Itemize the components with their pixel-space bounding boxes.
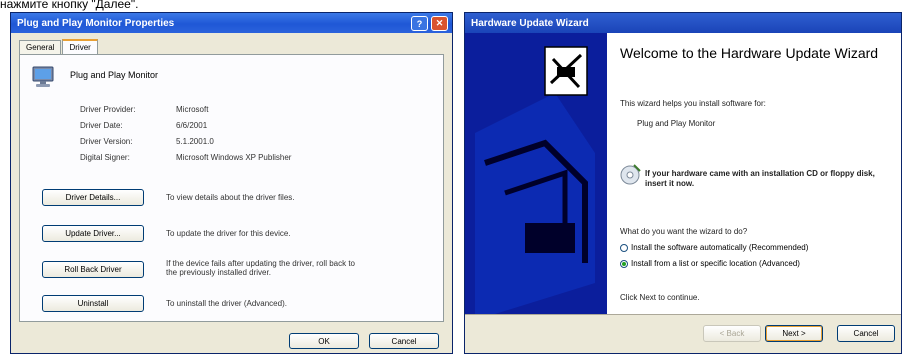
digital-signer-value: Microsoft Windows XP Publisher <box>176 153 292 162</box>
cd-icon <box>620 164 641 185</box>
wizard-window-title: Hardware Update Wizard <box>471 17 589 29</box>
ok-button[interactable]: OK <box>289 333 359 349</box>
option-install-from-list[interactable]: Install from a list or specific location… <box>620 259 800 268</box>
driver-provider-label: Driver Provider: <box>80 105 136 114</box>
driver-date-label: Driver Date: <box>80 121 123 130</box>
driver-details-description: To view details about the driver files. <box>166 193 295 202</box>
wizard-cancel-button[interactable]: Cancel <box>837 325 895 342</box>
monitor-icon <box>32 66 54 87</box>
wizard-banner-art <box>465 33 607 314</box>
next-button[interactable]: Next > <box>765 325 823 342</box>
monitor-properties-window: Plug and Play Monitor Properties ? ✕ Gen… <box>10 12 453 354</box>
close-button[interactable]: ✕ <box>431 16 448 31</box>
radio-install-automatically[interactable] <box>620 243 628 252</box>
update-driver-button[interactable]: Update Driver... <box>42 225 144 242</box>
wizard-title-bar: Hardware Update Wizard <box>465 13 901 33</box>
hardware-update-wizard-window: Hardware Update Wizard Welcome to the Ha… <box>464 12 902 354</box>
tab-driver[interactable]: Driver <box>62 39 98 55</box>
instruction-caption: нажмите кнопку "Далее". <box>0 0 139 11</box>
roll-back-driver-button[interactable]: Roll Back Driver <box>42 261 144 278</box>
driver-date-value: 6/6/2001 <box>176 121 208 130</box>
back-button[interactable]: < Back <box>703 325 761 342</box>
driver-version-label: Driver Version: <box>80 137 133 146</box>
device-name: Plug and Play Monitor <box>70 70 159 80</box>
digital-signer-label: Digital Signer: <box>80 153 130 162</box>
option-install-automatically-label: Install the software automatically (Reco… <box>631 243 809 252</box>
radio-install-from-list[interactable] <box>620 259 628 268</box>
driver-provider-value: Microsoft <box>176 105 209 114</box>
update-driver-description: To update the driver for this device. <box>166 229 291 238</box>
uninstall-description: To uninstall the driver (Advanced). <box>166 299 287 308</box>
tab-general[interactable]: General <box>19 40 62 55</box>
driver-version-value: 5.1.2001.0 <box>176 137 214 146</box>
properties-tabs: General Driver <box>19 39 99 55</box>
wizard-cd-hint: If your hardware came with an installati… <box>645 169 875 188</box>
option-install-from-list-label: Install from a list or specific location… <box>631 259 800 268</box>
properties-title-bar: Plug and Play Monitor Properties <box>11 13 452 33</box>
wizard-heading: Welcome to the Hardware Update Wizard <box>620 45 879 61</box>
cancel-button[interactable]: Cancel <box>369 333 439 349</box>
wizard-device-name: Plug and Play Monitor <box>637 119 716 128</box>
wizard-question: What do you want the wizard to do? <box>620 227 748 236</box>
roll-back-driver-description: If the device fails after updating the d… <box>166 259 355 277</box>
driver-details-button[interactable]: Driver Details... <box>42 189 144 206</box>
option-install-automatically[interactable]: Install the software automatically (Reco… <box>620 243 808 252</box>
wizard-button-bar: < Back Next > Cancel <box>465 314 901 353</box>
properties-window-title: Plug and Play Monitor Properties <box>17 17 175 29</box>
wizard-intro-text: This wizard helps you install software f… <box>620 99 766 108</box>
uninstall-button[interactable]: Uninstall <box>42 295 144 312</box>
wizard-continue-text: Click Next to continue. <box>620 293 700 302</box>
driver-tab-panel: Plug and Play Monitor Driver Provider: M… <box>19 54 444 322</box>
help-button[interactable]: ? <box>411 16 428 31</box>
wizard-side-banner <box>465 33 607 314</box>
